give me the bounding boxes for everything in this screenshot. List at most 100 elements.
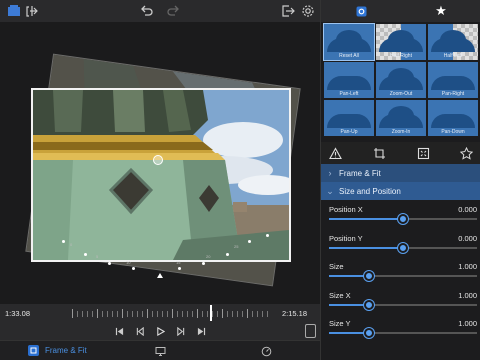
- section-size-position[interactable]: ⌄ Size and Position: [321, 182, 480, 200]
- slider-fill: [329, 218, 403, 220]
- parameter-value[interactable]: 0.000: [458, 234, 477, 243]
- presets-icon[interactable]: [321, 0, 401, 22]
- top-toolbar: [0, 0, 320, 22]
- preset-label: Pan-Right: [441, 91, 465, 97]
- slider-knob[interactable]: [363, 299, 374, 310]
- preset-tile[interactable]: ↓Pan-Down: [428, 100, 478, 136]
- timeline-tick: [257, 311, 258, 317]
- parameter-row: Position Y 0.000: [321, 230, 480, 258]
- timeline-tick: [187, 311, 188, 317]
- preset-tile[interactable]: Zoom-Out: [376, 62, 426, 98]
- section-size-position-label: Size and Position: [339, 186, 401, 196]
- inspector-panel: ★ Reset All Half Right Half Left ←Pan-Left Z…: [320, 0, 480, 360]
- preset-tile[interactable]: Half Right: [376, 24, 426, 60]
- playhead[interactable]: [210, 305, 212, 321]
- timeline-tick: [157, 311, 158, 317]
- preset-tile[interactable]: →Pan-Right: [428, 62, 478, 98]
- person-body-shape: [431, 38, 475, 52]
- video-viewer[interactable]: 0 5 10 15 20 25: [0, 22, 320, 304]
- play-icon[interactable]: [154, 325, 166, 337]
- tab-frame-fit[interactable]: Frame & Fit: [28, 345, 87, 356]
- section-frame-fit[interactable]: › Frame & Fit: [321, 164, 480, 182]
- speed-icon[interactable]: [260, 346, 272, 357]
- preset-tile[interactable]: Zoom-In: [376, 100, 426, 136]
- parameter-value[interactable]: 1.000: [458, 291, 477, 300]
- preset-tile[interactable]: Reset All: [323, 23, 375, 61]
- parameter-name: Size X: [329, 290, 351, 300]
- slider-track[interactable]: [329, 242, 477, 253]
- crop-icon[interactable]: [371, 145, 387, 161]
- import-icon[interactable]: [24, 3, 40, 19]
- rotation-dial-dot: [84, 253, 87, 256]
- timeline-tick: [77, 311, 78, 317]
- timeline-tick: [197, 309, 198, 318]
- slider-track[interactable]: [329, 214, 477, 224]
- timeline-tick: [167, 311, 168, 317]
- slider-knob[interactable]: [363, 271, 374, 281]
- person-body-shape: [431, 76, 475, 90]
- timeline-tick: [262, 311, 263, 317]
- timeline-tick: [82, 311, 83, 317]
- preset-tile[interactable]: ↑Pan-Up: [324, 100, 374, 136]
- fit-frame-icon[interactable]: [415, 145, 431, 161]
- preset-label: Pan-Up: [340, 129, 358, 135]
- favorites-icon[interactable]: ★: [401, 0, 480, 22]
- skip-start-icon[interactable]: [113, 325, 125, 337]
- export-icon[interactable]: [280, 3, 296, 19]
- redo-icon[interactable]: [166, 3, 182, 19]
- skip-end-icon[interactable]: [195, 325, 207, 337]
- timeline-tick: [112, 311, 113, 317]
- parameter-value[interactable]: 1.000: [458, 262, 477, 271]
- slider-knob[interactable]: [398, 242, 408, 253]
- rotation-dial-label: 15: [176, 260, 181, 265]
- preset-label: Half Right: [390, 53, 412, 59]
- effect-category-tabs: [321, 142, 480, 164]
- timeline-tick: [217, 311, 218, 317]
- timeline-scrubber[interactable]: [72, 308, 272, 319]
- bottom-bar: Frame & Fit: [0, 340, 320, 360]
- video-frame[interactable]: [31, 88, 291, 262]
- warning-icon[interactable]: [327, 145, 343, 161]
- step-back-icon[interactable]: [134, 325, 146, 337]
- undo-icon[interactable]: [138, 3, 154, 19]
- timeline-tick: [117, 311, 118, 317]
- timeline-tick: [237, 311, 238, 317]
- preset-label: Pan-Left: [339, 91, 359, 97]
- slider-track[interactable]: [329, 271, 477, 281]
- center-handle[interactable]: [153, 155, 163, 165]
- parameter-row: Size Y 1.000: [321, 315, 480, 343]
- star-outline-icon[interactable]: [458, 145, 474, 161]
- timeline-tick: [132, 311, 133, 317]
- film-icon[interactable]: [6, 3, 22, 19]
- timeline-tick: [142, 311, 143, 317]
- slider-fill: [329, 332, 369, 334]
- parameter-value[interactable]: 0.000: [458, 205, 477, 214]
- frame-fit-icon: [28, 345, 39, 356]
- preset-label: Zoom-Out: [389, 91, 413, 97]
- timeline-tick: [87, 311, 88, 317]
- settings-icon[interactable]: [300, 3, 316, 19]
- chevron-right-icon: ›: [328, 168, 332, 178]
- preset-tile[interactable]: Half Left: [428, 24, 478, 60]
- preset-tile[interactable]: ←Pan-Left: [324, 62, 374, 98]
- timeline-tick: [177, 311, 178, 317]
- slider-knob[interactable]: [363, 328, 374, 338]
- rotation-marker[interactable]: [157, 273, 163, 278]
- slider-track[interactable]: [329, 328, 477, 338]
- clip-info-icon[interactable]: [305, 324, 316, 338]
- timeline-tick: [102, 311, 103, 317]
- slider-knob[interactable]: [398, 214, 408, 224]
- timeline-tick: [127, 311, 128, 317]
- timeline-tick: [207, 311, 208, 317]
- current-time: 1:33.08: [5, 309, 31, 318]
- timeline-tick: [107, 311, 108, 317]
- panel-tabs: ★: [321, 0, 480, 22]
- tab-frame-fit-label: Frame & Fit: [45, 346, 87, 355]
- timeline-tick: [72, 309, 73, 318]
- transport-controls: [0, 322, 320, 340]
- step-forward-icon[interactable]: [174, 325, 186, 337]
- timeline-tick: [212, 311, 213, 317]
- slider-track[interactable]: [329, 299, 477, 310]
- parameter-value[interactable]: 1.000: [458, 319, 477, 328]
- display-icon[interactable]: [154, 346, 166, 357]
